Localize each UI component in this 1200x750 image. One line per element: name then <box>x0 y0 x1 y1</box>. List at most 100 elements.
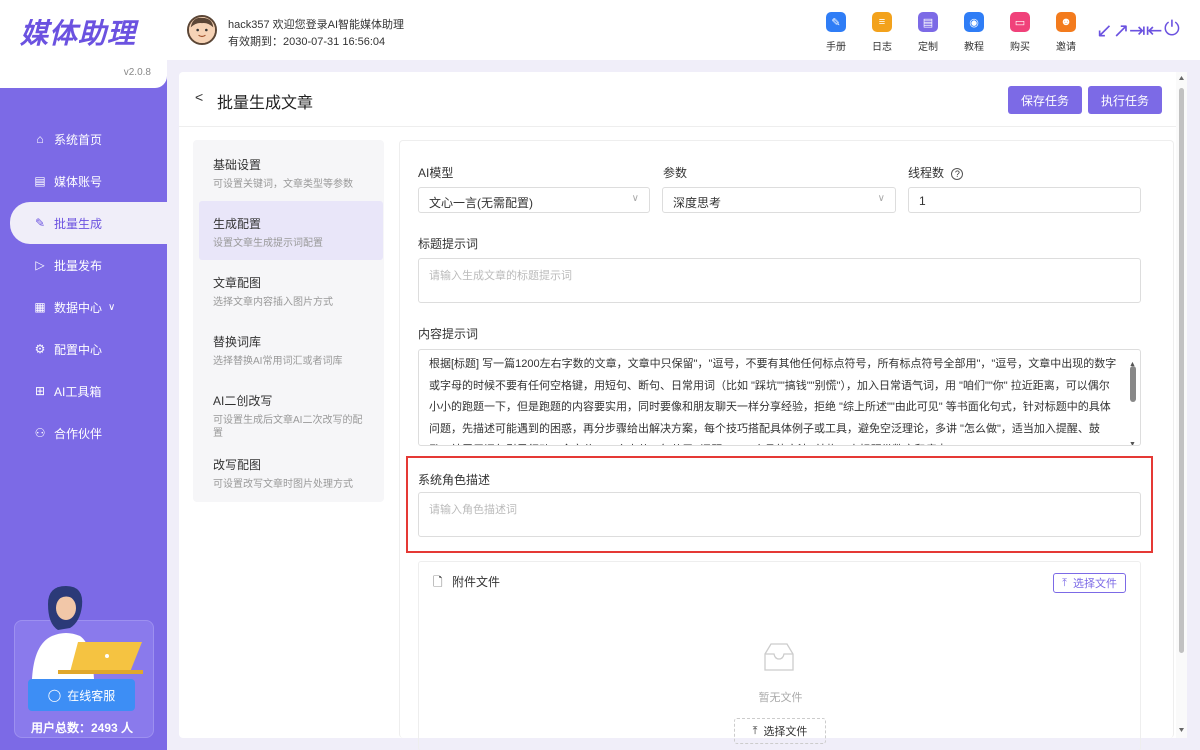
step-article-images[interactable]: 文章配图 选择文章内容插入图片方式 <box>193 260 384 319</box>
collapse-icon[interactable]: ⇥⇤ <box>1129 18 1163 43</box>
partners-icon: ⚇ <box>34 426 46 440</box>
online-support-button[interactable]: ◯ 在线客服 <box>28 679 135 711</box>
log-button[interactable]: ≡ 日志 <box>859 12 905 53</box>
purchase-icon: ▭ <box>1010 12 1030 32</box>
custom-icon: ▤ <box>918 12 938 32</box>
send-icon: ▷ <box>35 258 45 272</box>
role-description-input[interactable]: 请输入角色描述词 <box>418 492 1141 537</box>
sidebar-item-label: 批量生成 <box>54 216 103 231</box>
shrink-icon[interactable]: ↙↗ <box>1096 18 1130 43</box>
logo-area: 媒体助理 v2.0.8 <box>0 0 167 88</box>
threads-label-text: 线程数 <box>908 166 945 180</box>
sidebar-item-batch-generate[interactable]: ✎ 批量生成 <box>10 202 167 244</box>
attachment-panel: 🗋 附件文件 ⤒ 选择文件 暂无文件 ⤒ 选择文件 <box>418 561 1141 750</box>
sidebar-item-data-center[interactable]: ▦ 数据中心 ∨ <box>0 286 167 328</box>
power-icon[interactable]: ⏻ <box>1164 18 1180 41</box>
sidebar-item-config-center[interactable]: ⚙ 配置中心 <box>0 328 167 370</box>
tutorial-label: 教程 <box>964 42 984 53</box>
step-basic-settings[interactable]: 基础设置 可设置关键词，文章类型等参数 <box>193 142 384 201</box>
role-label: 系统角色描述 <box>418 473 491 487</box>
chevron-down-icon: ∨ <box>877 193 885 204</box>
welcome-text: hack357 欢迎您登录AI智能媒体助理 <box>228 19 405 31</box>
manual-button[interactable]: ✎ 手册 <box>813 12 859 53</box>
logo: 媒体助理 <box>20 17 137 50</box>
page-title: 批量生成文章 <box>217 95 314 112</box>
empty-text: 暂无文件 <box>758 692 803 704</box>
step-desc: 选择文章内容插入图片方式 <box>213 297 333 308</box>
sidebar-item-label: AI工具箱 <box>54 384 102 399</box>
param-label: 参数 <box>663 166 688 180</box>
upload-icon: ⤒ <box>752 724 758 737</box>
select-file-label: 选择文件 <box>763 726 808 738</box>
sidebar-item-label: 合作伙伴 <box>54 426 103 441</box>
page-header: < 批量生成文章 保存任务 执行任务 <box>179 72 1187 127</box>
content-prompt-label: 内容提示词 <box>418 327 479 341</box>
textarea-scrollbar[interactable]: ▲ ▼ <box>1129 354 1137 445</box>
avatar[interactable] <box>187 15 217 45</box>
support-illustration <box>32 586 143 679</box>
empty-inbox-icon <box>764 643 794 671</box>
chat-icon: ◯ <box>47 688 62 702</box>
main-panel: < 批量生成文章 保存任务 执行任务 基础设置 可设置关键词，文章类型等参数 生… <box>179 72 1187 750</box>
step-desc: 可设置生成后文章AI二次改写的配置 <box>213 415 363 439</box>
account-icon: ▤ <box>34 174 46 188</box>
sidebar-item-batch-publish[interactable]: ▷ 批量发布 <box>0 244 167 286</box>
sidebar-item-ai-toolbox[interactable]: ⊞ AI工具箱 <box>0 370 167 412</box>
sidebar-item-home[interactable]: ⌂ 系统首页 <box>0 118 167 160</box>
sidebar-item-partners[interactable]: ⚇ 合作伙伴 <box>0 412 167 454</box>
user-count: 用户总数：2493 人 <box>31 721 134 735</box>
step-rewrite-images[interactable]: 改写配图 可设置改写文章时图片处理方式 <box>193 442 384 501</box>
content-prompt-value: 根据[标题] 写一篇1200左右字数的文章，文章中只保留"，"逗号，不要有其他任… <box>429 358 1117 445</box>
run-task-button[interactable]: 执行任务 <box>1088 86 1163 114</box>
manual-label: 手册 <box>826 42 846 53</box>
step-desc: 可设置关键词，文章类型等参数 <box>213 179 353 190</box>
step-ai-rewrite[interactable]: AI二创改写 可设置生成后文章AI二次改写的配置 <box>193 378 384 442</box>
select-file-button[interactable]: ⤒ 选择文件 <box>1053 573 1126 593</box>
steps-nav: 基础设置 可设置关键词，文章类型等参数 生成配置 设置文章生成提示词配置 文章配… <box>193 140 384 502</box>
step-title: 生成配置 <box>213 217 262 231</box>
back-icon[interactable]: < <box>195 89 203 105</box>
title-prompt-input[interactable]: 请输入生成文章的标题提示词 <box>418 258 1141 303</box>
step-generate-config[interactable]: 生成配置 设置文章生成提示词配置 <box>199 201 383 260</box>
title-prompt-label: 标题提示词 <box>418 237 479 251</box>
step-desc: 设置文章生成提示词配置 <box>213 238 323 249</box>
purchase-button[interactable]: ▭ 购买 <box>997 12 1043 53</box>
attachment-label: 附件文件 <box>452 575 501 589</box>
sidebar-item-media-accounts[interactable]: ▤ 媒体账号 <box>0 160 167 202</box>
gear-icon: ⚙ <box>34 342 46 356</box>
help-icon[interactable]: ? <box>951 168 964 180</box>
manual-icon: ✎ <box>826 12 846 32</box>
invite-button[interactable]: ☻ 邀请 <box>1043 12 1089 53</box>
topbar: hack357 欢迎您登录AI智能媒体助理 有效期到：2030-07-31 16… <box>167 0 1200 60</box>
purchase-label: 购买 <box>1010 42 1030 53</box>
upload-icon: ⤒ <box>1062 576 1067 589</box>
param-select[interactable]: 深度思考 ∨ <box>662 187 896 213</box>
invite-label: 邀请 <box>1056 42 1076 53</box>
sidebar: 媒体助理 v2.0.8 ⌂ 系统首页 ▤ 媒体账号 ✎ 批量生成 ▷ 批量发布 ▦ 数据中… <box>0 0 167 750</box>
generate-config-form: AI模型 文心一言(无需配置) ∨ 参数 深度思考 ∨ 线程数 ? 1 标题提示… <box>399 140 1174 750</box>
sidebar-item-label: 系统首页 <box>54 132 103 147</box>
expire-text: 有效期到：2030-07-31 16:56:04 <box>228 36 386 48</box>
sidebar-item-label: 媒体账号 <box>54 174 103 189</box>
scroll-thumb[interactable] <box>1130 366 1136 402</box>
chevron-down-icon: ∨ <box>631 193 639 204</box>
avatar-icon <box>189 17 215 43</box>
toolbar: ✎ 手册 ≡ 日志 ▤ 定制 ◉ 教程 ▭ 购买 ☻ 邀请 <box>813 12 1089 53</box>
threads-label: 线程数 ? <box>908 164 964 181</box>
sidebar-item-label: 数据中心 <box>54 300 103 315</box>
step-replace-lexicon[interactable]: 替换词库 选择替换AI常用词汇或者词库 <box>193 319 384 378</box>
data-icon: ▦ <box>34 300 46 314</box>
ai-model-select[interactable]: 文心一言(无需配置) ∨ <box>418 187 650 213</box>
content-prompt-textarea[interactable]: 根据[标题] 写一篇1200左右字数的文章，文章中只保留"，"逗号，不要有其他任… <box>418 349 1141 446</box>
scroll-down-icon[interactable]: ▼ <box>1129 434 1136 445</box>
page-scrollbar[interactable] <box>1176 72 1187 738</box>
select-file-button-2[interactable]: ⤒ 选择文件 <box>734 718 826 744</box>
custom-button[interactable]: ▤ 定制 <box>905 12 951 53</box>
tutorial-icon: ◉ <box>964 12 984 32</box>
tutorial-button[interactable]: ◉ 教程 <box>951 12 997 53</box>
save-task-button[interactable]: 保存任务 <box>1008 86 1083 114</box>
step-title: 改写配图 <box>213 458 262 472</box>
threads-input[interactable]: 1 <box>908 187 1141 213</box>
version-label: v2.0.8 <box>123 67 151 78</box>
custom-label: 定制 <box>918 42 938 53</box>
